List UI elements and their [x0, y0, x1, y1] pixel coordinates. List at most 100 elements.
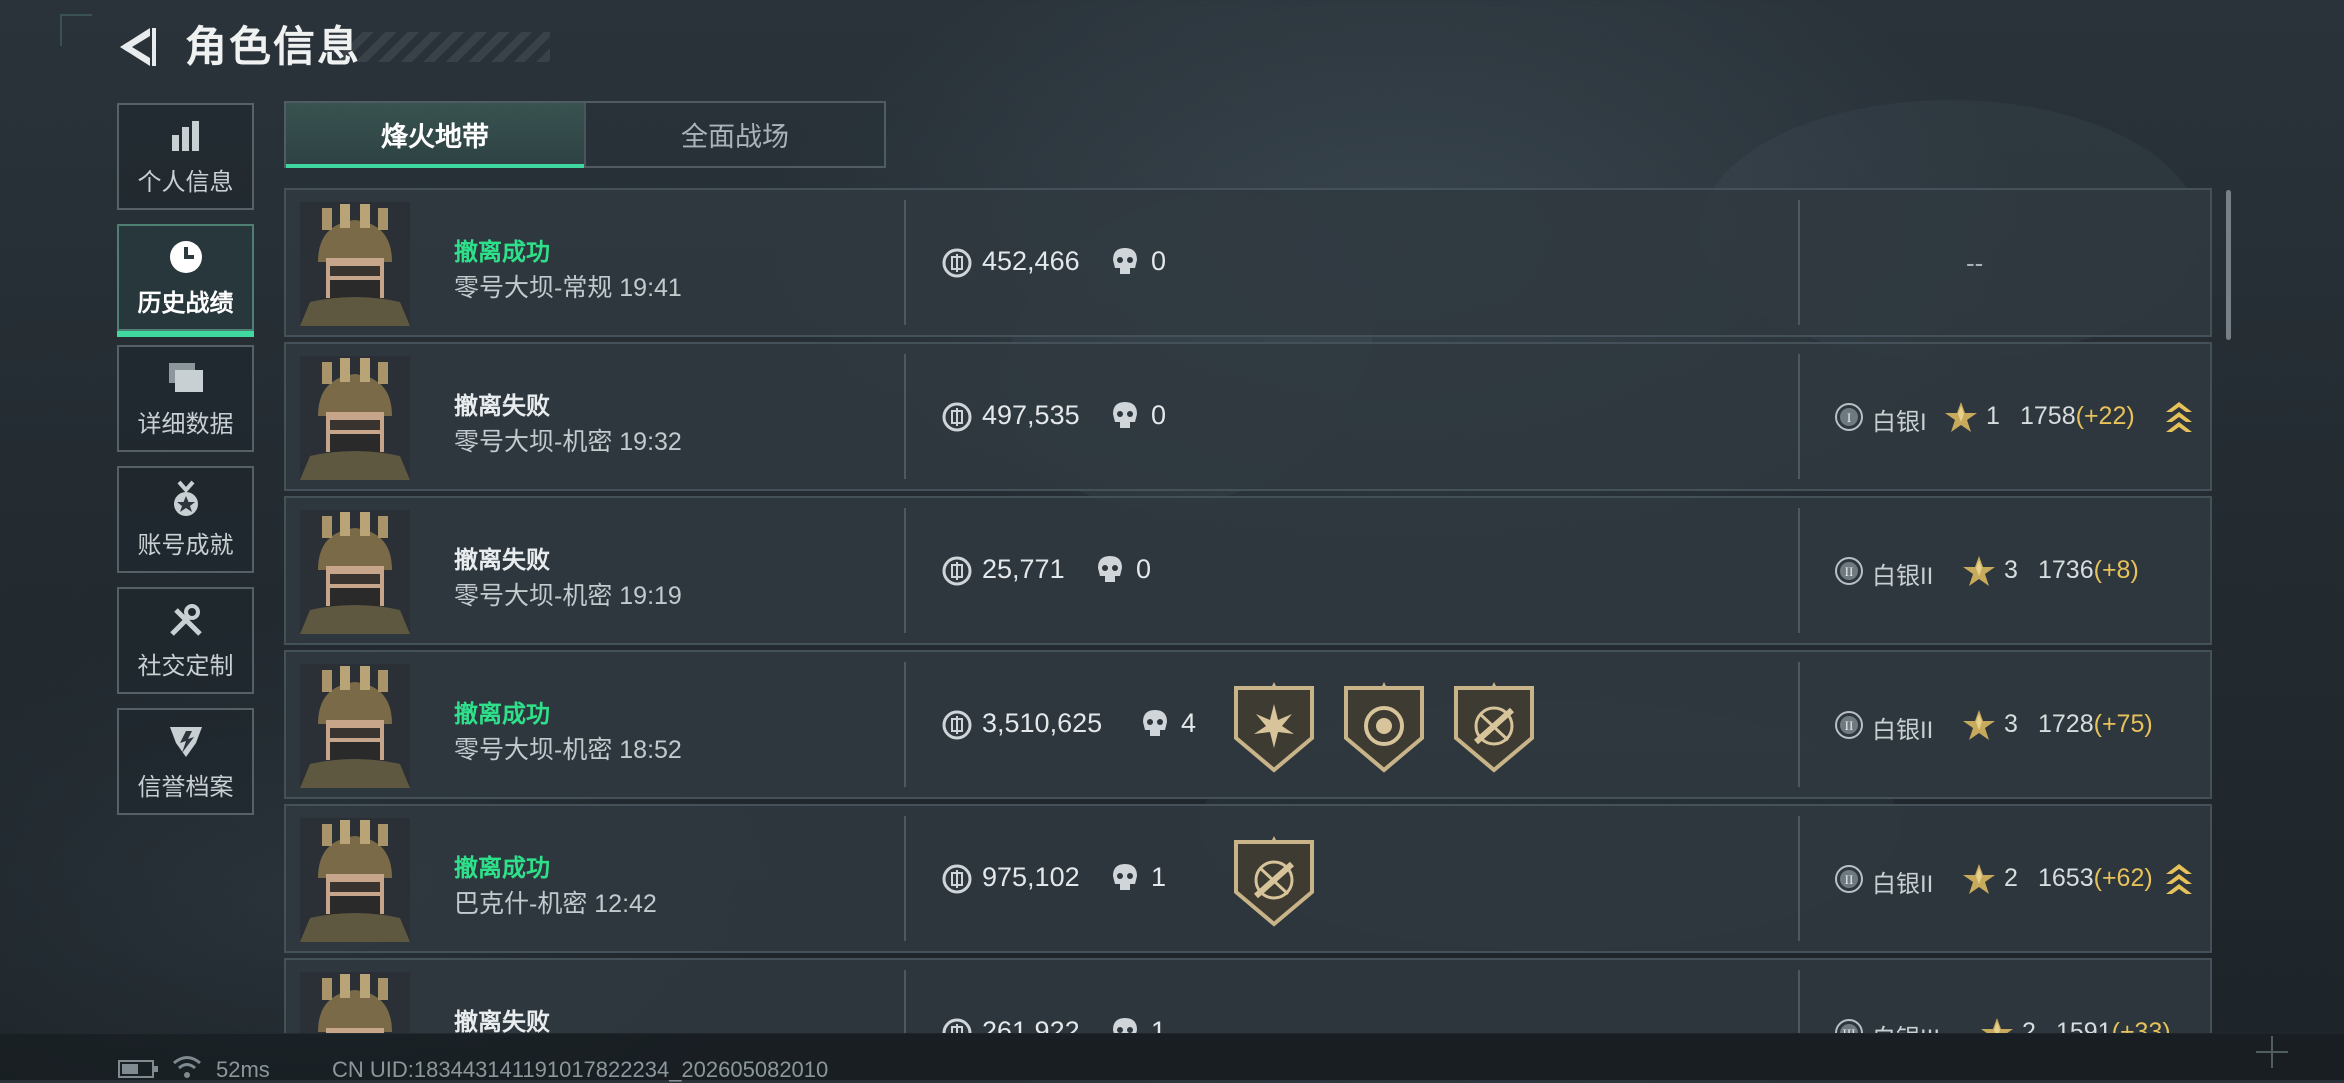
title-decoration: [340, 32, 550, 62]
scrollbar[interactable]: [2226, 190, 2231, 340]
sunburst-badge-icon: [1234, 682, 1314, 773]
tab-warzone[interactable]: 烽火地带: [286, 103, 584, 168]
sidebar-item-label: 详细数据: [137, 411, 234, 438]
uid-text: CN UID:18344314119101782​2234_2026050820…: [332, 1057, 829, 1082]
rank-up-icon: [2166, 864, 2192, 894]
rank-score: 1653(+62): [2038, 864, 2153, 893]
star-icon: [1963, 556, 1995, 586]
sidebar-item-label: 社交定制: [137, 653, 234, 680]
star-count: 1: [1986, 402, 2000, 430]
match-money-value: 261,922: [982, 1016, 1080, 1033]
star-count: 3: [2004, 556, 2018, 584]
star-icon: [1963, 864, 1995, 894]
sidebar-item-label: 信誉档案: [137, 774, 234, 801]
divider: [904, 816, 906, 941]
rank-score: 1758(+22): [2020, 402, 2135, 431]
divider: [1798, 970, 1800, 1033]
folder-icon: [166, 358, 206, 398]
sidebar-item-social[interactable]: 社交定制: [117, 587, 254, 694]
divider: [904, 662, 906, 787]
sidebar-item-credit[interactable]: 信誉档案: [117, 708, 254, 815]
sidebar-item-detail-data[interactable]: 详细数据: [117, 345, 254, 452]
divider: [904, 200, 906, 325]
divider: [904, 354, 906, 479]
score-delta: (+62): [2093, 864, 2153, 892]
match-row[interactable]: 撤离失败 261,922 1 III 白银III 2 1591(+33): [284, 958, 2212, 1033]
skull-icon: [1143, 710, 1167, 736]
rifle-badge-icon: [1234, 836, 1314, 927]
operator-avatar: [300, 202, 410, 326]
rank-up-icon: [2166, 402, 2192, 432]
star-icon: [1945, 402, 1977, 432]
svg-text:II: II: [1845, 872, 1854, 887]
sidebar-item-achievements[interactable]: 账号成就: [117, 466, 254, 573]
match-map-time: 零号大坝-常规 19:41: [454, 274, 682, 302]
operator-avatar: [300, 356, 410, 480]
bar-chart-icon: [166, 116, 206, 156]
rank-icon: I: [1835, 403, 1863, 431]
match-row[interactable]: 撤离失败 零号大坝-机密 19:32 497,535 0 I 白银I 1 1758(+22): [284, 342, 2212, 491]
divider: [904, 970, 906, 1033]
star-count: 3: [2004, 710, 2018, 738]
skull-icon: [1113, 864, 1137, 890]
sidebar-item-label: 历史战绩: [137, 290, 234, 317]
divider: [1798, 200, 1800, 325]
star-icon: [1981, 1018, 2013, 1033]
rank-name: 白银II: [1872, 871, 1934, 898]
tools-icon: [166, 600, 206, 640]
back-button[interactable]: [112, 22, 162, 72]
money-icon: [942, 1018, 972, 1033]
operator-avatar: [300, 818, 410, 942]
rank-score: 1736(+8): [2038, 556, 2139, 585]
match-kills-value: 0: [1151, 400, 1167, 430]
match-money-value: 452,466: [982, 246, 1080, 276]
match-kills-value: 1: [1151, 862, 1167, 892]
match-row[interactable]: 撤离失败 零号大坝-机密 19:19 25,771 0 II 白银II 3 1736(+8): [284, 496, 2212, 645]
star-icon: [1963, 710, 1995, 740]
rank-name: 白银II: [1872, 563, 1934, 590]
match-row[interactable]: 撤离成功 巴克什-机密 12:42 975,102 1 II 白银II 2 1653(+62): [284, 804, 2212, 953]
score-value: 1591: [2056, 1018, 2112, 1033]
match-history-list: 撤离成功 零号大坝-常规 19:41 452,466 0 -- 撤离失败 零号大坝-机密 1…: [284, 188, 2212, 1033]
ping-value: 52ms: [216, 1057, 270, 1082]
divider: [904, 508, 906, 633]
score-value: 1758: [2020, 402, 2076, 430]
match-kills-value: 0: [1136, 554, 1152, 584]
match-money-value: 25,771: [982, 554, 1065, 584]
sidebar-item-history[interactable]: 历史战绩: [117, 224, 254, 337]
score-delta: (+22): [2075, 402, 2135, 430]
star-count: 2: [2004, 864, 2018, 892]
rank-score: 1728(+75): [2038, 710, 2153, 739]
rank-icon: II: [1835, 557, 1863, 585]
sidebar-item-personal-info[interactable]: 个人信息: [117, 103, 254, 210]
match-status: 撤离失败: [454, 393, 550, 420]
money-icon: [942, 248, 972, 278]
rank-icon: II: [1835, 711, 1863, 739]
sidebar-item-label: 账号成就: [137, 532, 234, 559]
rank-empty: --: [1966, 248, 1984, 278]
match-kills-value: 1: [1151, 1016, 1167, 1033]
match-map-time: 零号大坝-机密 19:32: [454, 428, 682, 456]
skull-icon: [1098, 556, 1122, 582]
match-row[interactable]: 撤离成功 零号大坝-机密 18:52 3,510,625 4 II 白银II 3 1728(+…: [284, 650, 2212, 799]
star-count: 2: [2022, 1018, 2036, 1033]
score-value: 1736: [2038, 556, 2094, 584]
svg-text:III: III: [1843, 1026, 1856, 1033]
operator-avatar: [300, 510, 410, 634]
corner-decoration: [60, 14, 92, 46]
shield-badge-icon: [166, 721, 206, 761]
skull-icon: [1113, 1018, 1137, 1033]
match-kills-value: 4: [1181, 708, 1197, 738]
match-row[interactable]: 撤离成功 零号大坝-常规 19:41 452,466 0 --: [284, 188, 2212, 337]
divider: [1798, 354, 1800, 479]
sidebar-item-label: 个人信息: [137, 169, 234, 196]
rifle-badge-icon: [1454, 682, 1534, 773]
tab-battlefield[interactable]: 全面战场: [584, 103, 884, 166]
score-delta: (+75): [2093, 710, 2153, 738]
operator-avatar: [300, 972, 410, 1033]
crosshair-icon: [2256, 1036, 2288, 1068]
score-delta: (+8): [2093, 556, 2139, 584]
skull-icon: [1113, 402, 1137, 428]
wifi-icon: [173, 1056, 201, 1078]
money-icon: [942, 710, 972, 740]
